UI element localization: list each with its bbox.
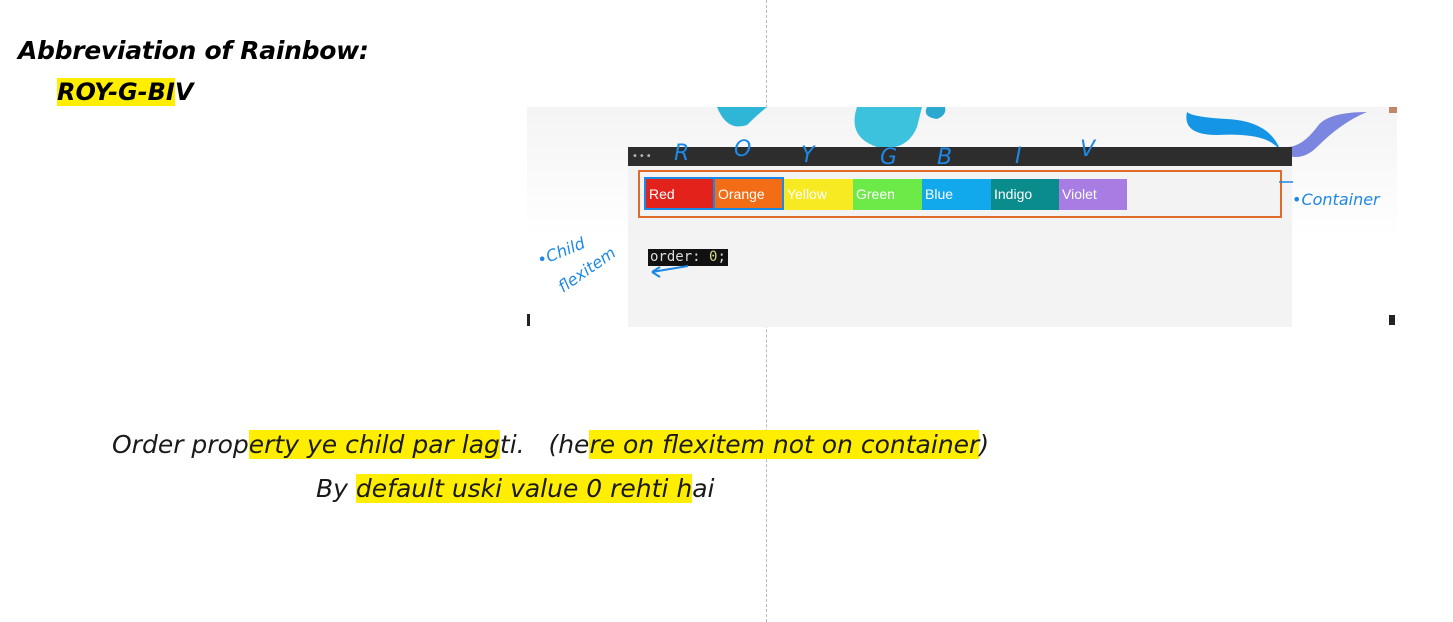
window-dots-icon: •••: [632, 151, 653, 162]
note2-highlight: default usk: [355, 474, 496, 503]
note1-part: ): [979, 430, 990, 459]
flex-item-orange: Orange: [715, 179, 784, 210]
note2-highlight: i value 0 rehti h: [495, 474, 693, 503]
note-line-1: Order property ye child par lagti. (here…: [112, 430, 989, 459]
abbreviation-text: ROY-G-BIV: [57, 78, 193, 106]
abbreviation-highlighted: ROY-G-BI: [57, 78, 175, 106]
flex-item-indigo: Indigo: [991, 179, 1059, 210]
note1-part: ti. (he: [499, 430, 590, 459]
flex-item-green: Green: [853, 179, 922, 210]
note2-part: By: [316, 474, 356, 503]
window-titlebar: •••: [628, 147, 1292, 166]
note-line-2: By default uski value 0 rehti hai: [316, 474, 714, 503]
flex-container: Red Orange Yellow Green Blue Indigo Viol…: [646, 179, 1127, 210]
note2-part: ai: [692, 474, 715, 503]
screenshot-flexbox-demo: ••• Red Orange Yellow Green Blue Indigo …: [527, 107, 1397, 327]
note1-highlight: re on flexitem not on container: [589, 430, 980, 459]
abbreviation-rest: V: [174, 78, 194, 106]
css-code-snippet: order: 0;: [648, 249, 728, 266]
note1-part: Order prop: [112, 430, 249, 459]
flex-item-blue: Blue: [922, 179, 991, 210]
flex-item-violet: Violet: [1059, 179, 1127, 210]
code-semicolon: ;: [717, 249, 726, 265]
heading-abbreviation: Abbreviation of Rainbow:: [18, 36, 369, 65]
flex-item-yellow: Yellow: [784, 179, 853, 210]
note1-highlight: erty ye child par lag: [248, 430, 500, 459]
code-property: order:: [650, 249, 701, 265]
demo-panel: ••• Red Orange Yellow Green Blue Indigo …: [628, 147, 1292, 327]
flex-item-red: Red: [646, 179, 715, 210]
